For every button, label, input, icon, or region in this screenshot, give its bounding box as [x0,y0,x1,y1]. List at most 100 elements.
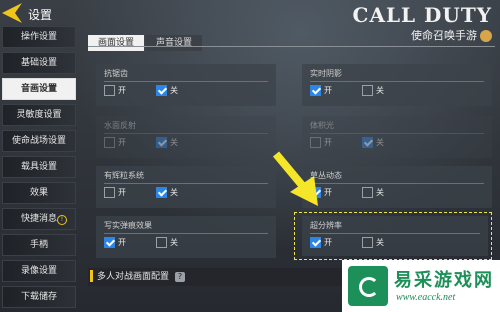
logo-subtitle: 使命召唤手游 [353,27,492,43]
tab-sound[interactable]: 声音设置 [146,35,203,51]
realtime-shadow-on-option[interactable]: 开 [310,85,332,96]
sidebar-item-audio-video[interactable]: 音画设置 [2,78,76,100]
sidebar-item-label: 使命战场设置 [11,136,66,146]
divider [104,233,268,234]
checkbox-checked-icon [156,187,167,198]
checkbox-icon [104,85,115,96]
sidebar-item-effects[interactable]: 效果 [2,182,76,204]
divider [310,81,484,82]
setting-grass-dynamics: 草丛动态 开 关 [302,166,492,208]
anti-aliasing-on-option[interactable]: 开 [104,85,126,96]
sidebar-item-label: 音画设置 [20,84,57,94]
divider [310,183,484,184]
setting-volume-light: 体积光 开 关 [302,116,492,158]
highlight-box [294,212,492,260]
checkbox-checked-icon [310,85,321,96]
option-label: 关 [376,138,384,147]
divider [104,183,268,184]
warning-icon: ! [57,215,67,225]
back-arrow-icon [2,3,22,23]
sidebar-item-quick-messages[interactable]: 快捷消息! [2,208,76,230]
bloom-off-option[interactable]: 关 [156,187,178,198]
volume-light-on-option[interactable]: 开 [310,137,332,148]
option-label: 开 [118,138,126,147]
watermark-url: www.eacck.net [396,292,456,303]
checkbox-icon [310,137,321,148]
game-logo: CALL DUTY 使命召唤手游 [353,4,492,43]
sidebar-item-label: 灵敏度设置 [16,110,62,120]
checkbox-checked-icon [156,137,167,148]
tab-bar: 画面设置 声音设置 [88,30,204,51]
setting-label: 体积光 [310,121,334,130]
setting-realistic-bullets: 写实弹痕效果 开 关 [96,216,276,258]
option-label: 开 [118,86,126,95]
bullets-off-option[interactable]: 关 [156,237,178,248]
checkbox-checked-icon [104,237,115,248]
option-label: 关 [170,138,178,147]
section-title: 多人对战画面配置 [97,272,170,282]
watermark-brand: 易采游戏网 [394,270,494,291]
option-label: 关 [170,86,178,95]
bullets-on-option[interactable]: 开 [104,237,126,248]
watermark: 易采游戏网 www.eacck.net [342,260,500,312]
divider [104,81,268,82]
setting-realtime-shadow: 实时阴影 开 关 [302,64,492,106]
logo-subtitle-text: 使命召唤手游 [411,29,477,42]
tab-graphics[interactable]: 画面设置 [88,35,145,51]
sidebar-item-controls[interactable]: 操作设置 [2,26,76,48]
sidebar: 操作设置 基础设置 音画设置 灵敏度设置 使命战场设置 载具设置 效果 快捷消息… [0,26,78,312]
option-label: 关 [376,86,384,95]
help-icon[interactable]: ? [175,271,186,282]
setting-label: 抗锯齿 [104,69,128,78]
anti-aliasing-off-option[interactable]: 关 [156,85,178,96]
setting-anti-aliasing: 抗锯齿 开 关 [96,64,276,106]
setting-label: 水面反射 [104,121,136,130]
site-logo-icon [348,266,388,306]
sidebar-item-label: 载具设置 [20,162,57,172]
sidebar-item-recording[interactable]: 录像设置 [2,260,76,282]
grass-off-option[interactable]: 关 [362,187,384,198]
bloom-on-option[interactable]: 开 [104,187,126,198]
sidebar-item-battle-royale[interactable]: 使命战场设置 [2,130,76,152]
option-label: 开 [324,138,332,147]
option-label: 关 [170,238,178,247]
checkbox-icon [362,187,373,198]
volume-light-off-option[interactable]: 关 [362,137,384,148]
checkbox-checked-icon [156,85,167,96]
water-off-option[interactable]: 关 [156,137,178,148]
setting-bloom: 有辉粒系统 开 关 [96,166,276,208]
sidebar-item-storage[interactable]: 下载储存 [2,286,76,308]
checkbox-checked-icon [362,137,373,148]
pointer-arrow-icon [272,151,318,206]
checkbox-icon [156,237,167,248]
sidebar-item-basic[interactable]: 基础设置 [2,52,76,74]
sidebar-item-label: 操作设置 [20,32,57,42]
water-on-option[interactable]: 开 [104,137,126,148]
sidebar-item-sensitivity[interactable]: 灵敏度设置 [2,104,76,126]
logo-title: CALL DUTY [352,3,492,27]
divider [88,46,495,47]
checkbox-icon [104,137,115,148]
option-label: 关 [170,188,178,197]
checkbox-icon [362,85,373,96]
realtime-shadow-off-option[interactable]: 关 [362,85,384,96]
logo-mark-icon [480,30,492,42]
sidebar-item-label: 手柄 [29,240,48,250]
sidebar-item-gamepad[interactable]: 手柄 [2,234,76,256]
setting-label: 有辉粒系统 [104,171,144,180]
setting-label: 写实弹痕效果 [104,221,152,230]
page-title: 设置 [28,8,53,22]
divider [104,133,268,134]
option-label: 开 [118,188,126,197]
sidebar-item-vehicle[interactable]: 载具设置 [2,156,76,178]
option-label: 开 [118,238,126,247]
option-label: 关 [376,188,384,197]
sidebar-item-label: 录像设置 [20,266,57,276]
sidebar-item-label: 快捷消息 [20,214,57,224]
sidebar-item-label: 基础设置 [20,58,57,68]
option-label: 开 [324,86,332,95]
setting-label: 实时阴影 [310,69,342,78]
section-marker [90,269,93,282]
sidebar-item-label: 下载储存 [20,292,57,302]
checkbox-icon [104,187,115,198]
